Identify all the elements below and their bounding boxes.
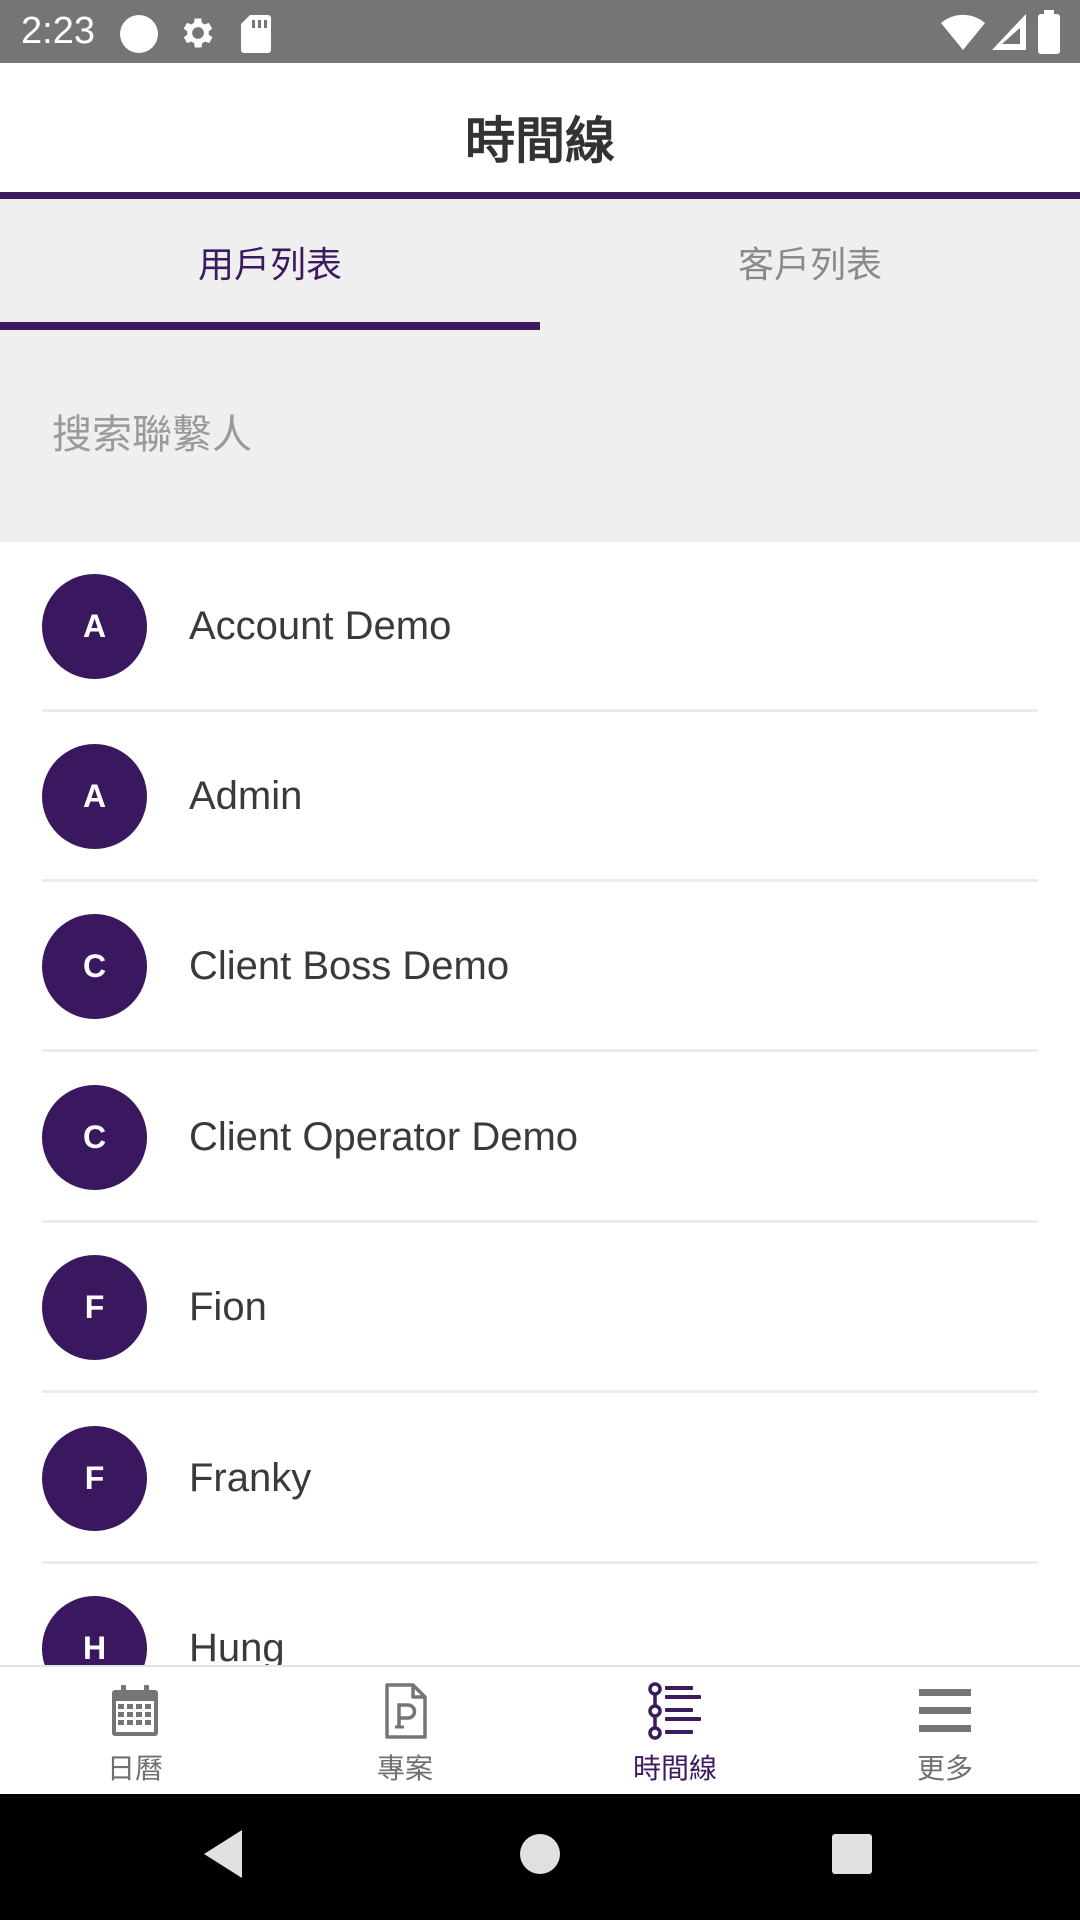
status-time: 2:23 xyxy=(21,10,95,52)
project-icon xyxy=(385,1683,427,1739)
timeline-icon xyxy=(648,1682,701,1740)
tab-indicator xyxy=(0,322,540,330)
signal-icon xyxy=(992,14,1026,50)
contact-name: Client Operator Demo xyxy=(189,1115,579,1159)
bottom-nav: 日曆 專案 時間線 更多 xyxy=(0,1665,1080,1794)
contact-name: Hung xyxy=(189,1626,285,1665)
system-nav-bar xyxy=(0,1794,1080,1920)
nav-label: 專案 xyxy=(376,1753,433,1784)
menu-icon xyxy=(919,1689,971,1732)
sd-card-icon xyxy=(241,15,271,53)
avatar: H xyxy=(42,1596,147,1665)
nav-item-more[interactable]: 更多 xyxy=(810,1667,1080,1796)
contact-item-account-demo[interactable]: A Account Demo xyxy=(0,542,1080,712)
tab-client-list[interactable]: 客戶列表 xyxy=(540,199,1080,330)
contact-name: Account Demo xyxy=(189,604,452,648)
back-icon[interactable] xyxy=(196,1824,256,1884)
app-bar: 時間線 xyxy=(0,63,1080,192)
contact-item-client-operator-demo[interactable]: C Client Operator Demo xyxy=(0,1053,1080,1223)
avatar: C xyxy=(42,1085,147,1190)
contact-item-admin[interactable]: A Admin xyxy=(0,712,1080,882)
battery-icon xyxy=(1038,10,1060,54)
avatar: F xyxy=(42,1255,147,1360)
contact-item-fion[interactable]: F Fion xyxy=(0,1223,1080,1393)
avatar: A xyxy=(42,744,147,849)
nav-label: 時間線 xyxy=(632,1753,717,1784)
calendar-icon xyxy=(112,1685,158,1736)
status-bar: 2:23 xyxy=(0,0,1080,63)
tab-user-list[interactable]: 用戶列表 xyxy=(0,199,540,330)
circle-icon xyxy=(120,15,158,53)
wifi-icon xyxy=(941,14,985,50)
avatar: A xyxy=(42,574,147,679)
nav-label: 日曆 xyxy=(106,1753,163,1784)
page-title: 時間線 xyxy=(465,113,615,169)
nav-label: 更多 xyxy=(916,1753,973,1784)
search-area xyxy=(0,330,1080,542)
contact-item-client-boss-demo[interactable]: C Client Boss Demo xyxy=(0,882,1080,1052)
contact-list: A Account Demo A Admin C Client Boss Dem… xyxy=(0,542,1080,1665)
avatar: C xyxy=(42,914,147,1019)
contact-item-franky[interactable]: F Franky xyxy=(0,1394,1080,1564)
contact-name: Fion xyxy=(189,1285,267,1329)
search-contacts-input[interactable] xyxy=(52,400,1032,470)
settings-icon xyxy=(183,18,213,48)
nav-item-calendar[interactable]: 日曆 xyxy=(0,1667,270,1796)
contact-name: Franky xyxy=(189,1456,312,1500)
recents-icon[interactable] xyxy=(822,1824,882,1884)
divider xyxy=(42,1390,1038,1393)
nav-item-timeline[interactable]: 時間線 xyxy=(540,1667,810,1796)
contact-name: Client Boss Demo xyxy=(189,944,510,988)
home-icon[interactable] xyxy=(510,1824,570,1884)
tab-bar: 用戶列表 客戶列表 xyxy=(0,199,1080,330)
divider xyxy=(42,1049,1038,1052)
contact-name: Admin xyxy=(189,774,303,818)
nav-item-projects[interactable]: 專案 xyxy=(270,1667,540,1796)
avatar: F xyxy=(42,1426,147,1531)
contact-item-hung[interactable]: H Hung xyxy=(0,1564,1080,1665)
app-bar-divider xyxy=(0,192,1080,199)
